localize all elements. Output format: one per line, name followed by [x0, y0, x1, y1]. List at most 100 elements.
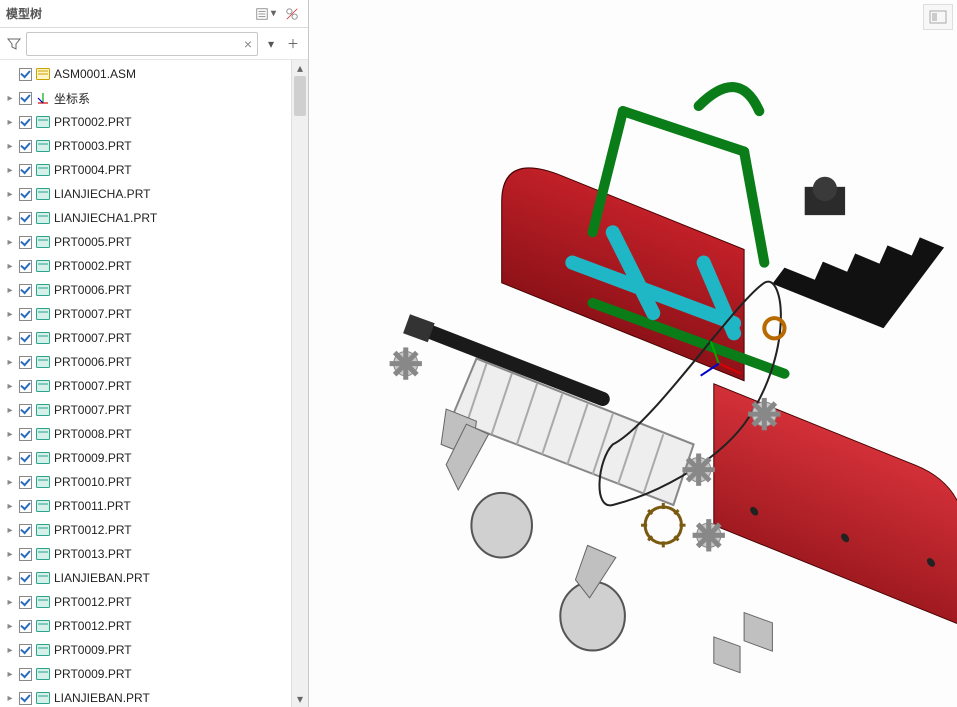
expand-icon[interactable]: ▸ — [4, 116, 16, 128]
visibility-checkbox[interactable] — [19, 620, 32, 633]
expand-icon[interactable]: ▸ — [4, 668, 16, 680]
tree-node[interactable]: ▸LIANJIECHA.PRT — [2, 182, 292, 206]
visibility-checkbox[interactable] — [19, 92, 32, 105]
tree-node[interactable]: ▸PRT0012.PRT — [2, 590, 292, 614]
visibility-checkbox[interactable] — [19, 260, 32, 273]
settings-dropdown-icon[interactable]: ▾ — [271, 8, 276, 19]
tree-node[interactable]: ▸PRT0006.PRT — [2, 350, 292, 374]
tree-node[interactable]: ▸PRT0005.PRT — [2, 230, 292, 254]
add-tree-item-icon[interactable]: ＋ — [284, 33, 302, 55]
visibility-checkbox[interactable] — [19, 380, 32, 393]
prt-icon — [35, 114, 51, 130]
tree-node[interactable]: ▸PRT0011.PRT — [2, 494, 292, 518]
tree-node[interactable]: ▸PRT0007.PRT — [2, 302, 292, 326]
tree-node[interactable]: ▸PRT0008.PRT — [2, 422, 292, 446]
tree-node[interactable]: ▸PRT0007.PRT — [2, 326, 292, 350]
tree-node[interactable]: ▸PRT0003.PRT — [2, 134, 292, 158]
scroll-thumb[interactable] — [294, 76, 306, 116]
visibility-checkbox[interactable] — [19, 548, 32, 561]
visibility-checkbox[interactable] — [19, 164, 32, 177]
tree-node[interactable]: ▸PRT0004.PRT — [2, 158, 292, 182]
expand-icon[interactable]: ▸ — [4, 308, 16, 320]
tree-scrollbar[interactable]: ▴ ▾ — [291, 60, 308, 707]
visibility-checkbox[interactable] — [19, 428, 32, 441]
visibility-checkbox[interactable] — [19, 116, 32, 129]
expand-icon[interactable]: ▸ — [4, 140, 16, 152]
visibility-checkbox[interactable] — [19, 452, 32, 465]
visibility-checkbox[interactable] — [19, 476, 32, 489]
prt-icon — [35, 138, 51, 154]
tree-node[interactable]: ▸PRT0002.PRT — [2, 254, 292, 278]
tree-node[interactable]: ▸PRT0012.PRT — [2, 614, 292, 638]
app-root: 模型树 ▾ × ▾ ＋ ASM0001.ASM▸坐标系▸PRT0002.PRT▸… — [0, 0, 957, 707]
viewport-canvas[interactable] — [309, 0, 957, 707]
tree-node[interactable]: ▸PRT0010.PRT — [2, 470, 292, 494]
expand-icon[interactable]: ▸ — [4, 524, 16, 536]
visibility-checkbox[interactable] — [19, 140, 32, 153]
expand-icon[interactable]: ▸ — [4, 596, 16, 608]
visibility-checkbox[interactable] — [19, 644, 32, 657]
filter-icon[interactable] — [6, 36, 22, 52]
3d-viewport[interactable] — [309, 0, 957, 707]
search-dropdown-icon[interactable]: ▾ — [262, 33, 280, 55]
expand-icon[interactable]: ▸ — [4, 212, 16, 224]
expand-icon[interactable]: ▸ — [4, 620, 16, 632]
tree-node[interactable]: ▸PRT0009.PRT — [2, 662, 292, 686]
expand-icon[interactable]: ▸ — [4, 476, 16, 488]
tree-node-label: PRT0006.PRT — [54, 283, 132, 297]
expand-icon[interactable]: ▸ — [4, 572, 16, 584]
visibility-checkbox[interactable] — [19, 668, 32, 681]
tree-node[interactable]: ▸PRT0009.PRT — [2, 638, 292, 662]
visibility-checkbox[interactable] — [19, 332, 32, 345]
scroll-down-icon[interactable]: ▾ — [292, 691, 308, 707]
tree-node[interactable]: ▸坐标系 — [2, 86, 292, 110]
tree-node[interactable]: ▸PRT0012.PRT — [2, 518, 292, 542]
clear-search-icon[interactable]: × — [239, 35, 257, 53]
visibility-checkbox[interactable] — [19, 572, 32, 585]
tree-node[interactable]: ▸PRT0009.PRT — [2, 446, 292, 470]
visibility-checkbox[interactable] — [19, 404, 32, 417]
visibility-checkbox[interactable] — [19, 524, 32, 537]
visibility-checkbox[interactable] — [19, 356, 32, 369]
show-hide-icon[interactable] — [282, 4, 302, 24]
expand-icon[interactable]: ▸ — [4, 164, 16, 176]
visibility-checkbox[interactable] — [19, 236, 32, 249]
visibility-checkbox[interactable] — [19, 596, 32, 609]
visibility-checkbox[interactable] — [19, 188, 32, 201]
expand-icon[interactable]: ▸ — [4, 236, 16, 248]
expand-icon[interactable]: ▸ — [4, 92, 16, 104]
prt-icon — [35, 354, 51, 370]
visibility-checkbox[interactable] — [19, 308, 32, 321]
scroll-up-icon[interactable]: ▴ — [292, 60, 308, 76]
visibility-checkbox[interactable] — [19, 692, 32, 705]
expand-icon[interactable]: ▸ — [4, 188, 16, 200]
tree-node[interactable]: ▸LIANJIECHA1.PRT — [2, 206, 292, 230]
tree-root-node[interactable]: ASM0001.ASM — [2, 62, 292, 86]
expand-icon[interactable]: ▸ — [4, 356, 16, 368]
expand-icon[interactable]: ▸ — [4, 284, 16, 296]
expand-icon[interactable]: ▸ — [4, 548, 16, 560]
tree-node[interactable]: ▸PRT0007.PRT — [2, 374, 292, 398]
tree-node[interactable]: ▸LIANJIEBAN.PRT — [2, 566, 292, 590]
tree-node[interactable]: ▸ PRT0006.PRT — [2, 278, 292, 302]
expand-icon[interactable]: ▸ — [4, 500, 16, 512]
visibility-checkbox[interactable] — [19, 500, 32, 513]
tree-node[interactable]: ▸PRT0002.PRT — [2, 110, 292, 134]
expand-icon[interactable]: ▸ — [4, 452, 16, 464]
visibility-checkbox[interactable] — [19, 212, 32, 225]
search-input[interactable] — [27, 34, 239, 54]
expand-icon[interactable]: ▸ — [4, 380, 16, 392]
expand-icon[interactable]: ▸ — [4, 428, 16, 440]
model-tree[interactable]: ASM0001.ASM▸坐标系▸PRT0002.PRT▸PRT0003.PRT▸… — [0, 60, 292, 707]
visibility-checkbox[interactable] — [19, 68, 32, 81]
tree-node[interactable]: ▸PRT0013.PRT — [2, 542, 292, 566]
tree-node[interactable]: ▸PRT0007.PRT — [2, 398, 292, 422]
expand-icon[interactable]: ▸ — [4, 644, 16, 656]
visibility-checkbox[interactable] — [19, 284, 32, 297]
expand-icon[interactable]: ▸ — [4, 404, 16, 416]
tree-node[interactable]: ▸LIANJIEBAN.PRT — [2, 686, 292, 707]
expand-icon[interactable]: ▸ — [4, 260, 16, 272]
settings-list-icon[interactable] — [252, 4, 272, 24]
expand-icon[interactable]: ▸ — [4, 332, 16, 344]
expand-icon[interactable]: ▸ — [4, 692, 16, 704]
